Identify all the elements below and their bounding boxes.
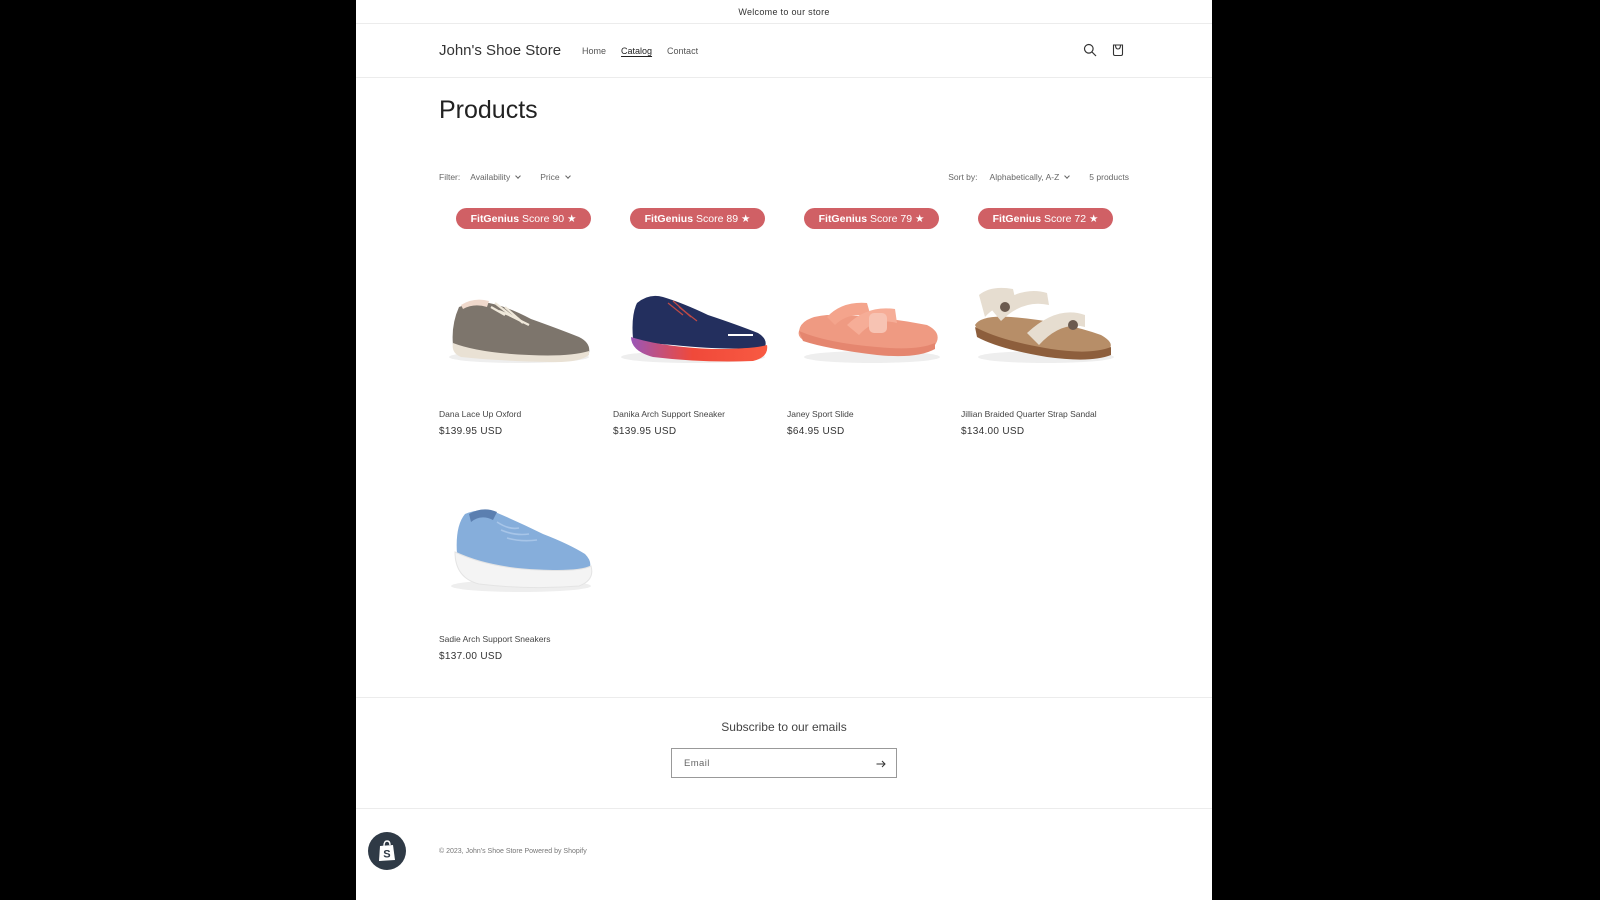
fitgenius-score-badge: FitGenius Score 89 ★	[630, 208, 765, 229]
product-price: $134.00 USD	[961, 426, 1025, 437]
store-logo[interactable]: John's Shoe Store	[439, 42, 561, 59]
product-image-oxford[interactable]	[439, 245, 599, 395]
search-icon	[1083, 43, 1097, 57]
product-price: $139.95 USD	[439, 426, 503, 437]
product-name[interactable]: Danika Arch Support Sneaker	[613, 409, 725, 419]
product-name[interactable]: Jillian Braided Quarter Strap Sandal	[961, 409, 1097, 419]
fitgenius-score-badge: FitGenius Score 72 ★	[978, 208, 1113, 229]
badge-brand: FitGenius	[818, 212, 868, 225]
product-image-sneaker[interactable]	[613, 245, 773, 395]
product-price: $64.95 USD	[787, 426, 845, 437]
chevron-down-icon	[1064, 172, 1071, 179]
product-image-sandal[interactable]	[961, 245, 1121, 395]
filter-price[interactable]: Price	[540, 172, 571, 182]
chevron-down-icon	[515, 172, 522, 179]
product-price: $137.00 USD	[439, 651, 503, 662]
badge-brand: FitGenius	[992, 212, 1042, 225]
footer-copyright: © 2023, John's Shoe Store Powered by Sho…	[439, 848, 587, 855]
filter-price-label: Price	[540, 172, 560, 182]
filter-bar: Filter: Availability Price Sort by: Alph…	[439, 172, 1129, 186]
page-title: Products	[439, 96, 538, 124]
shopify-badge-button[interactable]: S	[368, 832, 406, 870]
badge-score: Score 79 ★	[870, 212, 925, 225]
sort-label: Sort by:	[948, 172, 978, 182]
product-name[interactable]: Dana Lace Up Oxford	[439, 409, 521, 419]
badge-score: Score 89 ★	[696, 212, 751, 225]
cart-icon	[1112, 44, 1124, 57]
badge-brand: FitGenius	[470, 212, 520, 225]
footer-divider	[356, 808, 1212, 809]
badge-score: Score 90 ★	[522, 212, 577, 225]
fitgenius-score-badge: FitGenius Score 79 ★	[804, 208, 939, 229]
chevron-down-icon	[564, 172, 571, 179]
product-name[interactable]: Janey Sport Slide	[787, 409, 854, 419]
product-image-slide[interactable]	[787, 245, 947, 395]
product-price: $139.95 USD	[613, 426, 677, 437]
nav-home[interactable]: Home	[582, 46, 606, 56]
main-nav: Home Catalog Contact	[582, 46, 698, 56]
section-divider	[356, 697, 1212, 698]
sort-select[interactable]: Alphabetically, A-Z	[989, 172, 1071, 182]
nav-contact[interactable]: Contact	[667, 46, 698, 56]
announcement-text: Welcome to our store	[738, 6, 830, 17]
fitgenius-score-badge: FitGenius Score 90 ★	[456, 208, 591, 229]
filter-availability-label: Availability	[470, 172, 511, 182]
filter-availability[interactable]: Availability	[470, 172, 522, 182]
svg-text:S: S	[383, 849, 390, 861]
site-header: John's Shoe Store Home Catalog Contact	[356, 24, 1212, 78]
nav-catalog[interactable]: Catalog	[621, 46, 652, 56]
product-name[interactable]: Sadie Arch Support Sneakers	[439, 634, 551, 644]
newsletter-form	[671, 748, 897, 778]
subscribe-submit-button[interactable]	[874, 757, 888, 771]
newsletter-heading: Subscribe to our emails	[721, 720, 847, 734]
arrow-right-icon	[876, 760, 886, 768]
product-count: 5 products	[1089, 172, 1129, 182]
badge-brand: FitGenius	[644, 212, 694, 225]
badge-score: Score 72 ★	[1044, 212, 1099, 225]
search-button[interactable]	[1080, 40, 1100, 60]
store-page: Welcome to our store John's Shoe Store H…	[356, 0, 1212, 900]
product-image-knit-sneaker[interactable]	[439, 470, 599, 620]
sort-value: Alphabetically, A-Z	[989, 172, 1060, 182]
filter-label: Filter:	[439, 172, 461, 182]
announcement-bar: Welcome to our store	[356, 0, 1212, 24]
email-input[interactable]	[672, 757, 862, 769]
shopify-bag-icon: S	[379, 840, 395, 861]
cart-button[interactable]	[1108, 40, 1128, 60]
